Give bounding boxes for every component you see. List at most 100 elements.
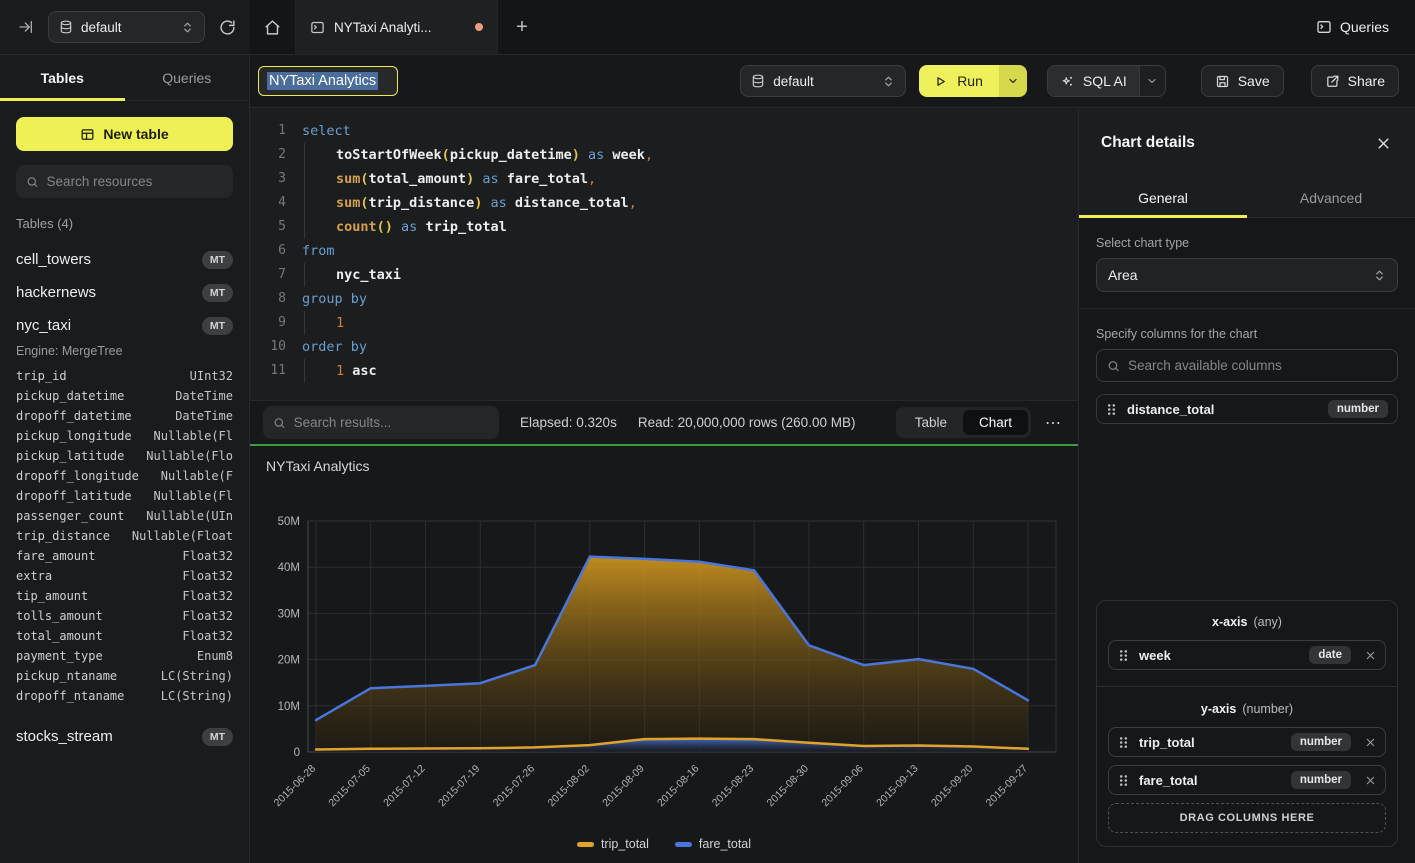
column-row[interactable]: dropoff_latitudeNullable(Fl [16,486,233,506]
column-row[interactable]: pickup_latitudeNullable(Flo [16,446,233,466]
code-line[interactable]: 5count() as trip_total [262,215,1078,239]
table-row[interactable]: cell_towersMT [16,243,233,276]
chart-type-select[interactable]: Area [1096,258,1398,292]
tab-nytaxi-analytics[interactable]: NYTaxi Analyti... [296,0,498,54]
tables-section: Tables (4) cell_towersMThackernewsMTnyc_… [0,198,249,753]
run-button-main[interactable]: Run [919,65,999,97]
code-text: order by [302,335,367,359]
column-type: LC(String) [161,689,233,703]
line-number: 11 [262,359,286,383]
column-row[interactable]: tolls_amountFloat32 [16,606,233,626]
column-name: trip_id [16,369,67,383]
remove-field-icon[interactable] [1361,775,1376,786]
new-table-label: New table [103,126,168,142]
remove-field-icon[interactable] [1361,737,1376,748]
column-name: extra [16,569,52,583]
line-number: 5 [262,215,286,239]
legend-item-fare_total[interactable]: fare_total [675,837,751,851]
column-row[interactable]: extraFloat32 [16,566,233,586]
sql-ai-main[interactable]: SQL AI [1048,66,1139,96]
new-tab-button[interactable]: + [498,0,546,54]
column-row[interactable]: passenger_countNullable(UIn [16,506,233,526]
code-line[interactable]: 6from [262,239,1078,263]
query-title-selected-text: NYTaxi Analytics [267,72,378,90]
close-icon[interactable] [1376,136,1391,151]
column-row[interactable]: fare_amountFloat32 [16,546,233,566]
results-search-input[interactable] [294,415,489,430]
new-table-button[interactable]: New table [16,117,233,151]
available-column-distance_total[interactable]: distance_totalnumber [1096,394,1398,424]
column-row[interactable]: tip_amountFloat32 [16,586,233,606]
legend-item-trip_total[interactable]: trip_total [577,837,649,851]
table-row[interactable]: nyc_taxiMT [16,309,233,342]
column-row[interactable]: dropoff_longitudeNullable(F [16,466,233,486]
chart-details-panel: Chart details General Advanced Select ch… [1078,108,1415,863]
database-selector[interactable]: default [48,11,205,43]
tab-general[interactable]: General [1079,178,1247,217]
sql-console-app: default NYTaxi Analyti... + [0,0,1415,863]
columns-search[interactable] [1096,349,1398,382]
toolbar-database-selector[interactable]: default [740,65,906,97]
column-name: pickup_ntaname [16,669,117,683]
column-row[interactable]: pickup_longitudeNullable(Fl [16,426,233,446]
field-name: distance_total [1127,402,1318,417]
column-row[interactable]: dropoff_ntanameLC(String) [16,686,233,706]
code-line[interactable]: 1select [262,119,1078,143]
results-search[interactable] [263,406,499,439]
axis-field-fare_total[interactable]: fare_totalnumber [1108,765,1386,795]
remove-field-icon[interactable] [1361,650,1376,661]
line-number: 9 [262,311,286,335]
share-button[interactable]: Share [1311,65,1399,97]
code-line[interactable]: 2toStartOfWeek(pickup_datetime) as week, [262,143,1078,167]
code-line[interactable]: 4sum(trip_distance) as distance_total, [262,191,1078,215]
sidebar-search-input[interactable] [47,174,223,189]
view-toggle-chart[interactable]: Chart [963,410,1028,435]
chart-panel: NYTaxi Analytics 010M20M30M40M50M2015-06… [250,444,1078,863]
sidebar-tab-tables[interactable]: Tables [0,55,125,100]
column-row[interactable]: total_amountFloat32 [16,626,233,646]
sidebar-collapse-icon[interactable] [18,19,34,35]
run-button[interactable]: Run [919,65,1027,97]
columns-search-input[interactable] [1128,358,1387,373]
column-row[interactable]: pickup_datetimeDateTime [16,386,233,406]
table-row[interactable]: stocks_streamMT [16,720,233,753]
axis-field-week[interactable]: weekdate [1108,640,1386,670]
sql-ai-button[interactable]: SQL AI [1047,65,1166,97]
queries-button[interactable]: Queries [1316,19,1389,35]
code-line[interactable]: 7nyc_taxi [262,263,1078,287]
tab-advanced[interactable]: Advanced [1247,178,1415,217]
home-button[interactable] [250,0,296,54]
save-button[interactable]: Save [1201,65,1284,97]
drag-columns-drop-zone[interactable]: DRAG COLUMNS HERE [1108,803,1386,833]
chart-title: NYTaxi Analytics [250,446,1078,476]
refresh-icon[interactable] [219,19,236,36]
chart-plot-area[interactable]: 010M20M30M40M50M2015-06-282015-07-052015… [250,476,1078,833]
sidebar-tab-queries[interactable]: Queries [125,55,250,100]
column-row[interactable]: trip_distanceNullable(Float [16,526,233,546]
code-line[interactable]: 8group by [262,287,1078,311]
code-line[interactable]: 3sum(total_amount) as fare_total, [262,167,1078,191]
code-text: 1 asc [302,359,377,383]
axis-field-trip_total[interactable]: trip_totalnumber [1108,727,1386,757]
more-options-button[interactable]: ⋯ [1041,413,1066,433]
column-row[interactable]: dropoff_datetimeDateTime [16,406,233,426]
available-columns-list: distance_totalnumber [1096,394,1398,424]
code-line[interactable]: 91 [262,311,1078,335]
svg-text:2015-07-05: 2015-07-05 [326,763,373,810]
code-line[interactable]: 10order by [262,335,1078,359]
sql-editor[interactable]: 1select2toStartOfWeek(pickup_datetime) a… [250,108,1078,400]
sql-ai-caret[interactable] [1139,66,1165,96]
column-row[interactable]: pickup_ntanameLC(String) [16,666,233,686]
column-row[interactable]: trip_idUInt32 [16,366,233,386]
table-row[interactable]: hackernewsMT [16,276,233,309]
view-toggle-table[interactable]: Table [899,410,963,435]
run-options-caret[interactable] [999,65,1027,97]
table-name: hackernews [16,284,96,301]
tab-strip: NYTaxi Analyti... + [250,0,1316,54]
top-bar: default NYTaxi Analyti... + [0,0,1415,55]
sidebar-search[interactable] [16,165,233,198]
code-line[interactable]: 11 1 asc [262,359,1078,383]
sparkles-icon [1060,74,1075,89]
column-row[interactable]: payment_typeEnum8 [16,646,233,666]
query-title-input[interactable]: NYTaxi Analytics [258,66,398,96]
